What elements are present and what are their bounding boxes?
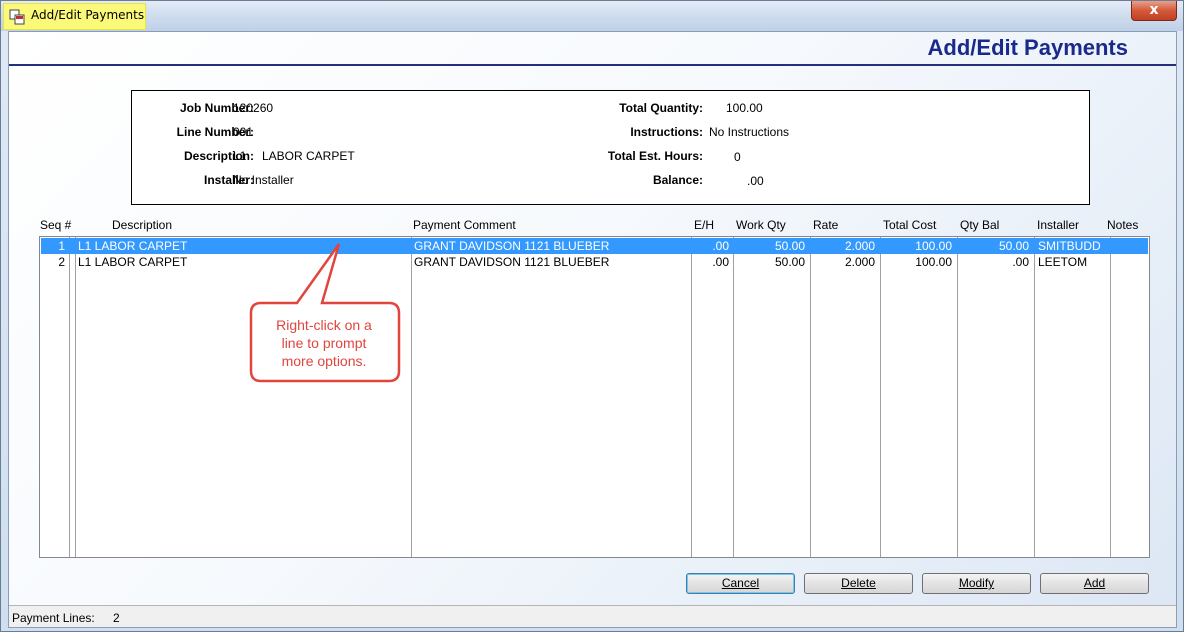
- total-est-hours-label: Total Est. Hours:: [607, 149, 703, 163]
- cell-description: L1 LABOR CARPET: [78, 255, 188, 269]
- balance-label: Balance:: [652, 173, 703, 187]
- cell-work-qty: 50.00: [774, 255, 805, 269]
- cell-rate: 2.000: [844, 239, 875, 253]
- job-number-value: 120260: [233, 101, 274, 115]
- total-quantity-value: 100.00: [726, 101, 763, 115]
- line-number-value: 001: [233, 125, 254, 139]
- payment-lines-list[interactable]: 1 L1 LABOR CARPET GRANT DAVIDSON 1121 BL…: [39, 236, 1150, 558]
- column-divider: [411, 237, 412, 557]
- header-divider: [9, 64, 1176, 66]
- column-header-qty-bal[interactable]: Qty Bal: [960, 218, 999, 232]
- cell-qty-bal: .00: [1012, 255, 1029, 269]
- column-divider: [957, 237, 958, 557]
- window-title: Add/Edit Payments: [31, 8, 145, 22]
- app-window: Add/Edit Payments x Add/Edit Payments Jo…: [0, 0, 1184, 632]
- cell-installer: SMITBUDD: [1038, 239, 1101, 253]
- cell-installer: LEETOM: [1038, 255, 1088, 269]
- column-header-rate[interactable]: Rate: [813, 218, 838, 232]
- installer-value: No Installer: [233, 173, 294, 187]
- add-button[interactable]: Add: [1040, 573, 1149, 594]
- close-button[interactable]: x: [1131, 1, 1177, 21]
- cancel-button[interactable]: Cancel: [686, 573, 795, 594]
- cell-description: L1 LABOR CARPET: [78, 239, 188, 253]
- job-info-panel: Job Number: 120260 Line Number: 001 Desc…: [131, 90, 1090, 205]
- callout-line: line to prompt: [281, 335, 367, 351]
- total-quantity-label: Total Quantity:: [619, 101, 703, 115]
- column-header-total-cost[interactable]: Total Cost: [883, 218, 936, 232]
- total-est-hours-value: 0: [734, 150, 741, 164]
- cell-qty-bal: 50.00: [998, 239, 1029, 253]
- column-divider: [733, 237, 734, 557]
- status-bar: Payment Lines: 2: [9, 605, 1176, 627]
- table-row[interactable]: 2 L1 LABOR CARPET GRANT DAVIDSON 1121 BL…: [41, 254, 1148, 270]
- payment-lines-label: Payment Lines:: [12, 611, 95, 625]
- callout-text: Right-click on a line to prompt more opt…: [253, 316, 395, 370]
- column-divider: [1034, 237, 1035, 557]
- cell-total-cost: 100.00: [915, 239, 952, 253]
- window-icon[interactable]: [9, 9, 25, 25]
- table-row[interactable]: 1 L1 LABOR CARPET GRANT DAVIDSON 1121 BL…: [41, 238, 1148, 254]
- cell-payment-comment: GRANT DAVIDSON 1121 BLUEBER: [414, 239, 610, 253]
- column-divider: [75, 237, 76, 557]
- cell-work-qty: 50.00: [774, 239, 805, 253]
- column-header-seq[interactable]: Seq #: [40, 218, 71, 232]
- cell-seq: 2: [58, 255, 65, 269]
- page-title: Add/Edit Payments: [927, 35, 1128, 60]
- column-divider: [880, 237, 881, 557]
- modify-button[interactable]: Modify: [922, 573, 1031, 594]
- column-divider: [69, 237, 70, 557]
- column-header-description[interactable]: Description: [112, 218, 172, 232]
- description-value: LABOR CARPET: [262, 149, 355, 163]
- column-divider: [810, 237, 811, 557]
- cell-eh: .00: [712, 255, 729, 269]
- instructions-label: Instructions:: [630, 125, 703, 139]
- column-header-eh[interactable]: E/H: [694, 218, 714, 232]
- payment-lines-count: 2: [113, 611, 120, 625]
- balance-value: .00: [747, 174, 764, 188]
- cell-rate: 2.000: [844, 255, 875, 269]
- callout-line: more options.: [281, 353, 367, 369]
- callout-line: Right-click on a: [276, 317, 372, 333]
- column-divider: [1110, 237, 1111, 557]
- delete-button[interactable]: Delete: [804, 573, 913, 594]
- close-icon: x: [1149, 2, 1159, 18]
- client-area: Add/Edit Payments Job Number: 120260 Lin…: [8, 31, 1177, 628]
- description-code: L1: [233, 149, 247, 163]
- cell-payment-comment: GRANT DAVIDSON 1121 BLUEBER: [414, 255, 610, 269]
- column-header-payment-comment[interactable]: Payment Comment: [413, 218, 516, 232]
- instructions-value: No Instructions: [709, 125, 790, 139]
- title-bar[interactable]: Add/Edit Payments x: [1, 1, 1183, 31]
- cell-seq: 1: [58, 239, 65, 253]
- column-header-notes[interactable]: Notes: [1107, 218, 1138, 232]
- column-header-work-qty[interactable]: Work Qty: [736, 218, 786, 232]
- cell-eh: .00: [712, 239, 729, 253]
- column-divider: [691, 237, 692, 557]
- column-header-installer[interactable]: Installer: [1037, 218, 1079, 232]
- cell-total-cost: 100.00: [915, 255, 952, 269]
